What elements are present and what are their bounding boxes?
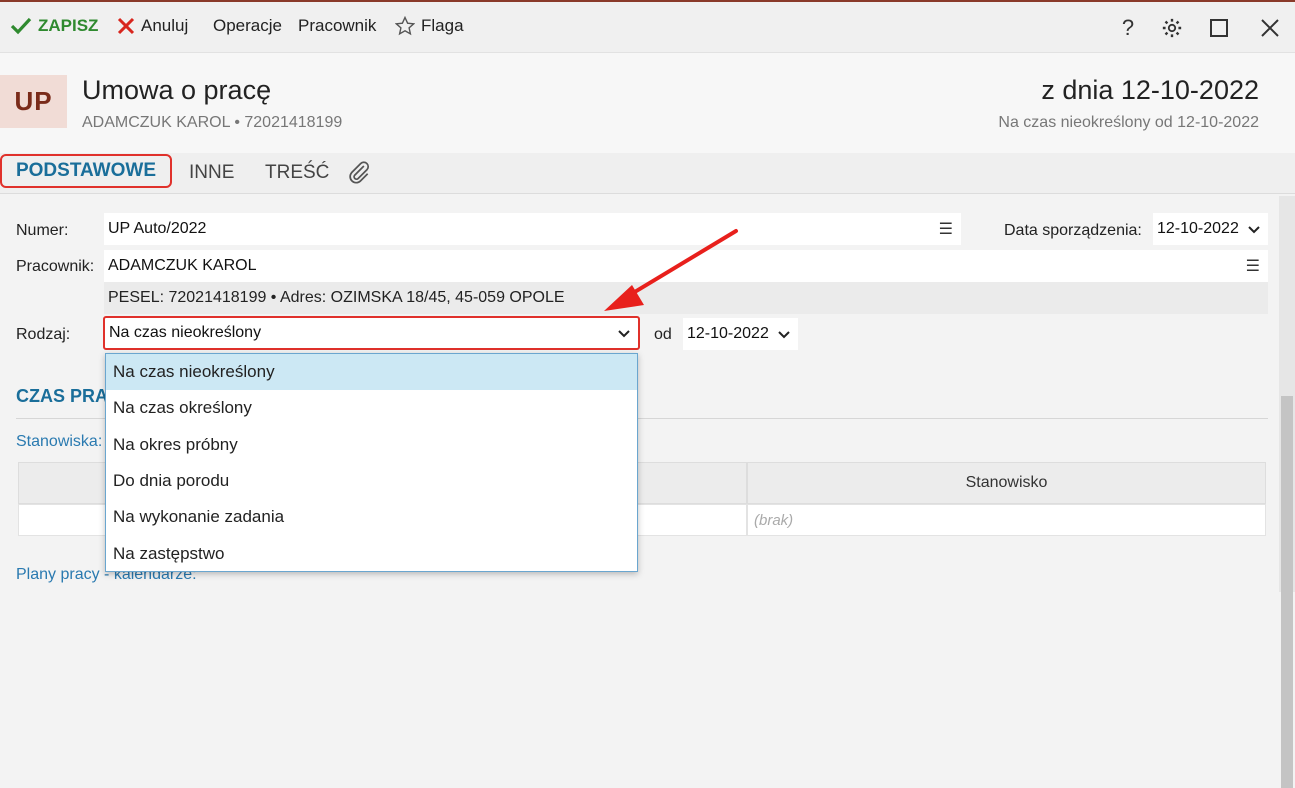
maximize-icon[interactable] — [1207, 16, 1231, 40]
save-button[interactable]: ZAPISZ — [10, 16, 98, 36]
scrollbar[interactable] — [1279, 196, 1295, 788]
dropdown-option[interactable]: Na okres próbny — [106, 427, 637, 463]
data-sporzadzenia-value: 12-10-2022 — [1157, 220, 1239, 237]
employee-summary: ADAMCZUK KAROL • 72021418199 — [82, 114, 343, 131]
scrollbar-thumb[interactable] — [1281, 396, 1293, 788]
cancel-button[interactable]: Anuluj — [117, 16, 188, 36]
close-window-icon[interactable] — [1258, 16, 1282, 40]
chevron-down-icon — [778, 326, 790, 342]
od-date-value: 12-10-2022 — [687, 325, 769, 342]
numer-value: UP Auto/2022 — [108, 220, 207, 237]
gear-icon[interactable] — [1160, 16, 1184, 40]
flag-button[interactable]: Flaga — [395, 16, 464, 36]
numer-input[interactable]: UP Auto/2022 ☰ — [104, 213, 961, 245]
maximize-svg — [1210, 19, 1228, 37]
pracownik-input[interactable]: ADAMCZUK KAROL ☰ — [104, 250, 1268, 282]
document-date: z dnia 12-10-2022 — [1041, 75, 1259, 105]
save-label: ZAPISZ — [38, 16, 99, 35]
dropdown-option[interactable]: Do dnia porodu — [106, 463, 637, 499]
flag-label: Flaga — [421, 16, 464, 35]
rodzaj-label: Rodzaj: — [16, 326, 71, 343]
chevron-down-icon — [1248, 221, 1260, 237]
paperclip-svg — [349, 161, 370, 184]
rodzaj-dropdown-list: Na czas nieokreślony Na czas określony N… — [105, 353, 638, 572]
checkmark-icon — [10, 17, 32, 35]
numer-label: Numer: — [16, 222, 69, 239]
stanowiska-label: Stanowiska: — [16, 433, 103, 450]
dropdown-option[interactable]: Na zastępstwo — [106, 535, 637, 571]
od-label: od — [654, 326, 672, 343]
dropdown-option[interactable]: Na wykonanie zadania — [106, 499, 637, 535]
employee-info: PESEL: 72021418199 • Adres: OZIMSKA 18/4… — [104, 282, 1268, 314]
attachment-icon[interactable] — [346, 159, 372, 191]
tab-inne[interactable]: INNE — [189, 162, 234, 184]
section-title: CZAS PRA — [16, 386, 109, 406]
pracownik-value: ADAMCZUK KAROL — [108, 257, 257, 274]
od-date-select[interactable]: 12-10-2022 — [683, 318, 798, 350]
document-header: UP Umowa o pracę ADAMCZUK KAROL • 720214… — [0, 53, 1295, 153]
contract-period: Na czas nieokreślony od 12-10-2022 — [998, 114, 1259, 131]
help-glyph: ? — [1121, 15, 1135, 40]
tab-podstawowe[interactable]: PODSTAWOWE — [0, 154, 172, 188]
menu-icon[interactable]: ☰ — [939, 219, 953, 239]
chevron-down-icon — [618, 325, 630, 341]
rodzaj-value: Na czas nieokreślony — [109, 324, 262, 341]
document-type-badge: UP — [0, 75, 67, 128]
operations-menu[interactable]: Operacje — [213, 16, 282, 36]
menu-icon[interactable]: ☰ — [1246, 256, 1260, 276]
help-icon[interactable]: ? — [1116, 15, 1140, 40]
toolbar: ZAPISZ Anuluj Operacje Pracownik Flaga ? — [0, 2, 1295, 53]
employee-menu[interactable]: Pracownik — [298, 16, 376, 36]
table-header-stanowisko[interactable]: Stanowisko — [747, 462, 1266, 504]
page-title: Umowa o pracę — [82, 75, 272, 105]
dropdown-option[interactable]: Na czas nieokreślony — [106, 354, 637, 391]
cancel-label: Anuluj — [141, 16, 189, 35]
tab-tresc[interactable]: TREŚĆ — [265, 162, 329, 184]
employee-label: Pracownik — [298, 16, 377, 35]
operations-label: Operacje — [213, 16, 282, 35]
pracownik-label: Pracownik: — [16, 258, 95, 275]
close-icon — [117, 17, 135, 35]
data-sporzadzenia-label: Data sporządzenia: — [1004, 222, 1142, 239]
star-icon — [395, 16, 415, 36]
rodzaj-select[interactable]: Na czas nieokreślony — [103, 316, 640, 350]
data-sporzadzenia-select[interactable]: 12-10-2022 — [1153, 213, 1268, 245]
tab-bar: PODSTAWOWE INNE TREŚĆ — [0, 153, 1295, 194]
table-cell-empty: (brak) — [747, 504, 1266, 536]
close-window-svg — [1261, 19, 1279, 37]
gear-svg — [1162, 18, 1182, 38]
dropdown-option[interactable]: Na czas określony — [106, 390, 637, 426]
